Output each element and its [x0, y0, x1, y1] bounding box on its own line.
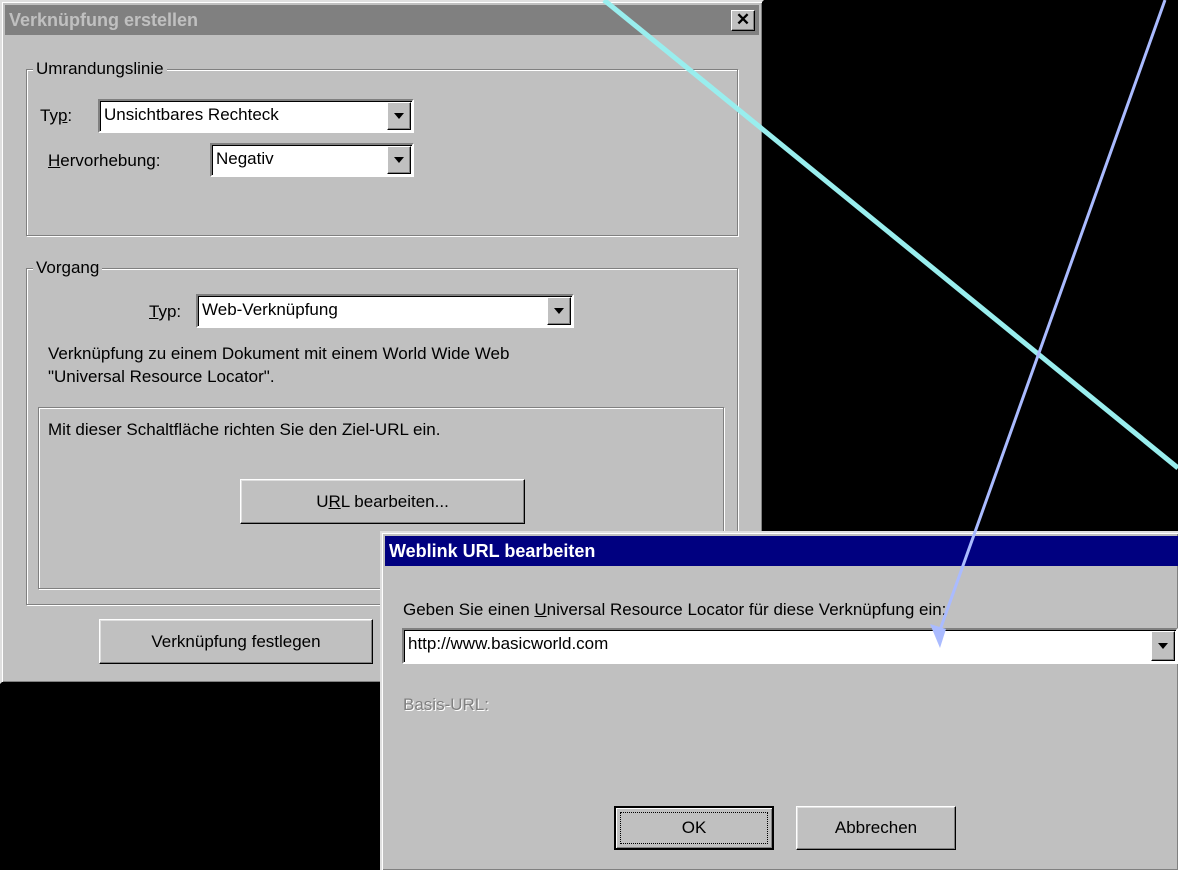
close-button[interactable]: ✕: [731, 10, 755, 31]
url-value: http://www.basicworld.com: [408, 634, 609, 653]
highlight-label: Hervorhebung:: [48, 151, 161, 170]
action-type-value: Web-Verknüpfung: [202, 300, 338, 319]
url-inner-text: Mit dieser Schaltfläche richten Sie den …: [48, 420, 441, 439]
border-type-label: Typ:: [40, 106, 73, 125]
set-link-button[interactable]: Verknüpfung festlegen: [99, 619, 373, 664]
action-group-legend: Vorgang: [33, 257, 103, 279]
dialog-titlebar[interactable]: Verknüpfung erstellen ✕: [5, 5, 759, 35]
edit-weblink-dialog: Weblink URL bearbeiten Geben Sie einen U…: [380, 531, 1178, 870]
dialog-title: Weblink URL bearbeiten: [389, 541, 596, 561]
url-input[interactable]: http://www.basicworld.com: [402, 628, 1178, 664]
edit-url-button[interactable]: URL bearbeiten...: [240, 479, 525, 524]
action-type-label: Typ:: [149, 302, 182, 321]
action-description-line2: "Universal Resource Locator".: [48, 367, 275, 386]
chevron-down-icon[interactable]: [387, 102, 411, 130]
border-type-select[interactable]: Unsichtbares Rechteck: [98, 99, 414, 133]
chevron-down-icon[interactable]: [547, 297, 571, 325]
ok-button[interactable]: OK: [614, 806, 774, 850]
border-group-legend: Umrandungslinie: [33, 58, 167, 80]
dialog-titlebar[interactable]: Weblink URL bearbeiten: [385, 536, 1178, 566]
highlight-select[interactable]: Negativ: [210, 143, 414, 177]
action-type-select[interactable]: Web-Verknüpfung: [196, 294, 574, 328]
url-prompt: Geben Sie einen Universal Resource Locat…: [403, 600, 947, 619]
close-icon: ✕: [735, 10, 751, 29]
base-url-label: Basis-URL:: [403, 695, 489, 714]
cancel-button[interactable]: Abbrechen: [796, 806, 956, 850]
action-description-line1: Verknüpfung zu einem Dokument mit einem …: [48, 344, 510, 363]
chevron-down-icon[interactable]: [1151, 631, 1175, 661]
highlight-value: Negativ: [216, 149, 274, 168]
chevron-down-icon[interactable]: [387, 146, 411, 174]
border-type-value: Unsichtbares Rechteck: [104, 105, 279, 124]
dialog-title: Verknüpfung erstellen: [9, 10, 199, 30]
